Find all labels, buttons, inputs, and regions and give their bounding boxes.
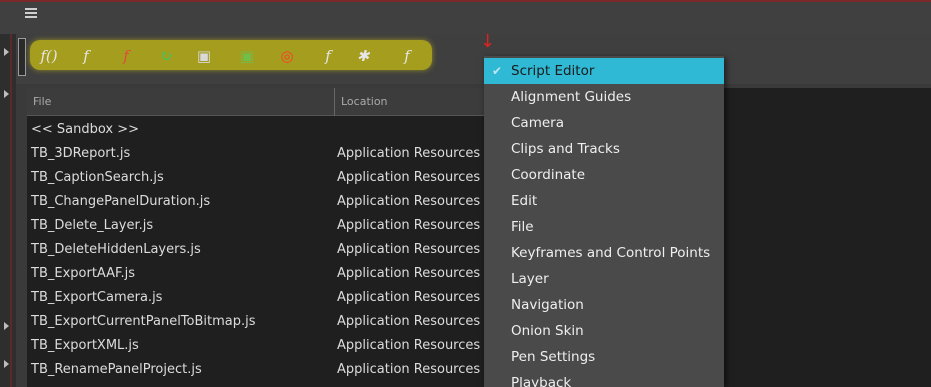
function-red-icon[interactable]: f [115, 46, 137, 66]
menu-item-label: Pen Settings [511, 349, 596, 365]
file-name-cell: TB_ExportAAF.js [31, 266, 135, 281]
menu-item[interactable]: Layer [484, 266, 724, 292]
file-name-cell: TB_CaptionSearch.js [31, 170, 164, 185]
table-row[interactable]: << Sandbox >> [27, 118, 485, 142]
column-header-file[interactable]: File [27, 88, 334, 116]
import-script-icon[interactable]: ▣ [193, 46, 215, 66]
table-row[interactable]: TB_ExportXML.js Application Resources [27, 334, 485, 358]
location-cell: Application Resources [337, 290, 481, 305]
location-cell: Application Resources [337, 218, 481, 233]
file-name-cell: TB_ChangePanelDuration.js [31, 194, 211, 209]
expand-arrow-icon[interactable] [4, 322, 9, 330]
function-arrow-icon[interactable]: f [75, 46, 97, 66]
table-row[interactable]: TB_3DReport.js Application Resources [27, 142, 485, 166]
menu-item-label: Onion Skin [511, 323, 584, 339]
menu-item[interactable]: Keyframes and Control Points [484, 240, 724, 266]
export-script-icon[interactable]: ▣ [236, 46, 258, 66]
toolbar-drag-handle[interactable] [18, 38, 26, 76]
location-cell: Application Resources [337, 146, 481, 161]
menu-item-label: Camera [511, 115, 564, 131]
location-cell: Application Resources [337, 314, 481, 329]
menu-item-label: Edit [511, 193, 538, 209]
file-name-cell: TB_ExportCamera.js [31, 290, 163, 305]
checkmark-icon: ✔ [492, 64, 503, 78]
function-settings-icon[interactable]: f [317, 46, 339, 66]
table-row[interactable]: TB_ExportCamera.js Application Resources [27, 286, 485, 310]
menu-item[interactable]: Playback [484, 370, 724, 387]
expand-arrow-icon[interactable] [4, 90, 9, 98]
table-row[interactable]: TB_RenamePanelProject.js Application Reso… [27, 358, 485, 382]
menu-item[interactable]: Clips and Tracks [484, 136, 724, 162]
location-cell: Application Resources [337, 266, 481, 281]
menu-item[interactable]: Pen Settings [484, 344, 724, 370]
top-bar [0, 0, 931, 34]
table-row[interactable]: TB_CaptionSearch.js Application Resources [27, 166, 485, 190]
table-row[interactable]: TB_DeleteHiddenLayers.js Application Reso… [27, 238, 485, 262]
table-row[interactable]: TB_ChangePanelDuration.js Application Res… [27, 190, 485, 214]
menu-item[interactable]: File [484, 214, 724, 240]
file-name-cell: TB_ExportCurrentPanelToBitmap.js [31, 314, 256, 329]
location-cell: Application Resources [337, 194, 481, 209]
menu-item-label: Navigation [511, 297, 584, 313]
file-name-cell: TB_3DReport.js [31, 146, 131, 161]
menu-item[interactable]: Onion Skin [484, 318, 724, 344]
menu-item-label: Coordinate [511, 167, 586, 183]
menu-item[interactable]: Camera [484, 110, 724, 136]
function-stop-icon[interactable]: f [396, 46, 418, 66]
file-name-cell: << Sandbox >> [31, 122, 140, 137]
menu-item[interactable]: ✔ Script Editor [484, 58, 724, 84]
menu-item-label: Clips and Tracks [511, 141, 620, 157]
menu-item[interactable]: Alignment Guides [484, 84, 724, 110]
menu-item-label: Alignment Guides [511, 89, 632, 105]
hamburger-menu-icon[interactable] [25, 8, 37, 20]
target-icon[interactable]: ◎ [276, 46, 298, 66]
file-name-cell: TB_ExportXML.js [31, 338, 139, 353]
location-cell: Application Resources [337, 170, 481, 185]
table-row[interactable]: TB_ExportCurrentPanelToBitmap.js Applicat… [27, 310, 485, 334]
location-cell: Application Resources [337, 362, 481, 377]
menu-item[interactable]: Edit [484, 188, 724, 214]
rail-divider [10, 34, 12, 387]
toolbar-context-menu: ✔ Script Editor Alignment Guides Camera Clip… [484, 56, 724, 387]
menu-item-label: Keyframes and Control Points [511, 245, 711, 261]
column-header-location[interactable]: Location [335, 88, 485, 116]
menu-item-label: File [511, 219, 534, 235]
annotation-arrow-icon: ↓ [480, 31, 496, 52]
location-cell: Application Resources [337, 242, 481, 257]
left-rail [0, 34, 16, 387]
refresh-icon[interactable]: ↻ [155, 46, 177, 66]
menu-item[interactable]: Coordinate [484, 162, 724, 188]
file-name-cell: TB_DeleteHiddenLayers.js [31, 242, 201, 257]
menu-item-label: Script Editor [511, 63, 595, 79]
menu-item-label: Playback [511, 375, 572, 387]
table-row[interactable]: TB_Delete_Layer.js Application Resources [27, 214, 485, 238]
menu-item-label: Layer [511, 271, 549, 287]
run-function-icon[interactable]: f() [38, 46, 60, 66]
file-name-cell: TB_Delete_Layer.js [31, 218, 154, 233]
debug-bug-icon[interactable]: ✱ [352, 46, 374, 66]
menu-item[interactable]: Navigation [484, 292, 724, 318]
expand-arrow-icon[interactable] [4, 48, 9, 56]
table-row[interactable]: TB_ExportAAF.js Application Resources [27, 262, 485, 286]
expand-arrow-icon[interactable] [4, 360, 9, 368]
location-cell: Application Resources [337, 338, 481, 353]
file-name-cell: TB_RenamePanelProject.js [31, 362, 202, 377]
